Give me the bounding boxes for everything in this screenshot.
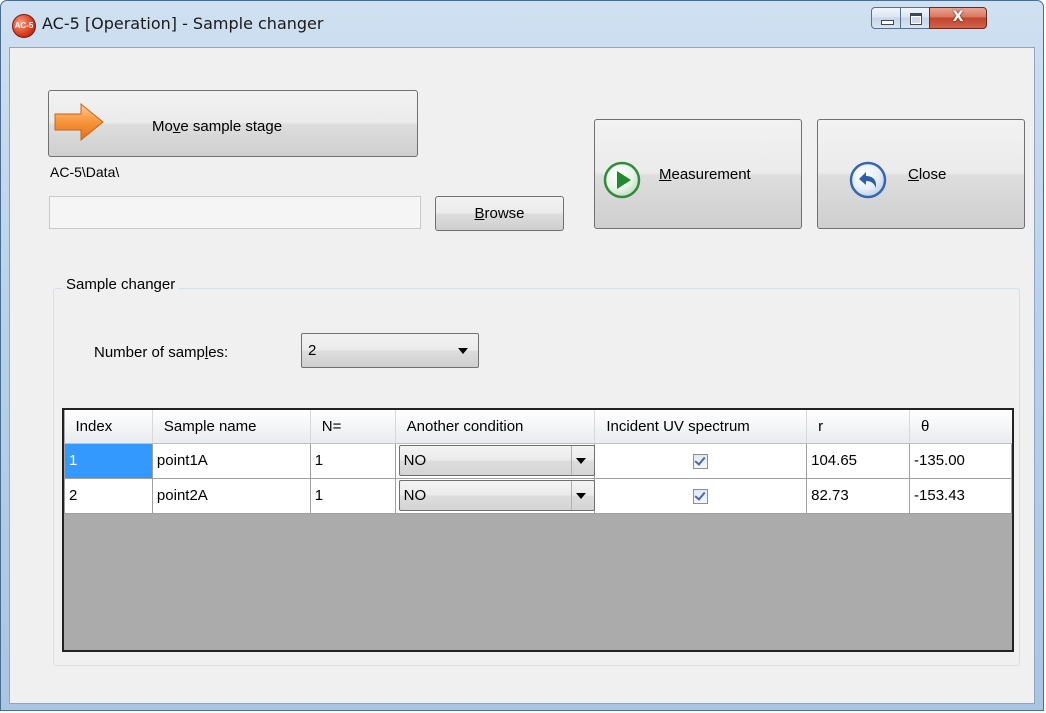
- cell-r[interactable]: 104.65: [806, 442, 911, 479]
- chevron-down-icon: [458, 348, 468, 354]
- column-header-r[interactable]: r: [806, 410, 911, 444]
- table-row[interactable]: 2 point2A 1 NO 82.73 -153.43: [64, 477, 1012, 514]
- column-header-n[interactable]: N=: [310, 410, 396, 444]
- cell-theta[interactable]: -135.00: [909, 442, 1012, 479]
- data-path-label: AC-5\Data\: [50, 164, 120, 180]
- app-icon: AC-5: [12, 14, 36, 38]
- cell-theta[interactable]: -153.43: [909, 477, 1012, 514]
- minimize-button[interactable]: [871, 7, 901, 29]
- another-condition-value: NO: [403, 487, 427, 504]
- another-condition-select[interactable]: NO: [398, 480, 596, 511]
- column-header-incident-uv[interactable]: Incident UV spectrum: [594, 410, 808, 444]
- browse-label: Browse: [474, 205, 525, 222]
- move-sample-stage-label: Move sample stage: [152, 118, 283, 135]
- close-icon: X: [952, 9, 964, 25]
- number-of-samples-value: 2: [308, 342, 317, 359]
- title-bar[interactable]: AC-5 AC-5 [Operation] - Sample changer X: [1, 1, 1043, 47]
- cell-r[interactable]: 82.73: [806, 477, 911, 514]
- column-header-another-condition[interactable]: Another condition: [395, 410, 596, 444]
- cell-sample-name[interactable]: point2A: [151, 477, 311, 514]
- cell-index[interactable]: 2: [64, 477, 153, 514]
- sample-table: Index Sample name N= Another condition I…: [64, 410, 1012, 514]
- column-header-sample-name[interactable]: Sample name: [152, 410, 311, 444]
- window-close-button[interactable]: X: [929, 7, 987, 29]
- minimize-icon: [881, 20, 894, 25]
- chevron-down-icon: [576, 458, 587, 464]
- data-path-input[interactable]: [49, 196, 421, 229]
- cell-another-condition[interactable]: NO: [394, 477, 596, 514]
- app-window: AC-5 AC-5 [Operation] - Sample changer X…: [0, 0, 1044, 711]
- another-condition-value: NO: [403, 452, 427, 469]
- number-of-samples-select[interactable]: 2: [301, 333, 479, 368]
- chevron-down-icon: [576, 493, 587, 499]
- column-header-index[interactable]: Index: [64, 410, 153, 444]
- back-arrow-icon: [849, 161, 887, 199]
- combo-separator: [571, 481, 573, 510]
- sample-changer-group-title: Sample changer: [62, 276, 180, 293]
- cell-n[interactable]: 1: [309, 442, 396, 479]
- cell-index[interactable]: 1: [64, 442, 153, 479]
- window-title: AC-5 [Operation] - Sample changer: [42, 14, 324, 33]
- cell-another-condition[interactable]: NO: [394, 442, 596, 479]
- number-of-samples-label: Number of samples:: [94, 344, 229, 361]
- cell-incident-uv[interactable]: [594, 442, 808, 479]
- sample-grid[interactable]: Index Sample name N= Another condition I…: [62, 408, 1014, 652]
- play-icon: [603, 161, 641, 199]
- maximize-button[interactable]: [900, 7, 930, 29]
- browse-button[interactable]: Browse: [435, 196, 564, 231]
- cell-n[interactable]: 1: [309, 477, 396, 514]
- move-sample-stage-button[interactable]: Move sample stage: [48, 90, 418, 157]
- maximize-icon: [910, 13, 922, 25]
- measurement-button[interactable]: Measurement: [594, 119, 802, 229]
- close-label: Close: [908, 166, 947, 183]
- column-header-theta[interactable]: θ: [909, 410, 1012, 444]
- table-header-row: Index Sample name N= Another condition I…: [64, 410, 1012, 444]
- cell-incident-uv[interactable]: [594, 477, 808, 514]
- dialog-client-area: Move sample stage AC-5\Data\ Browse Meas…: [9, 47, 1035, 704]
- close-button[interactable]: Close: [817, 119, 1025, 229]
- combo-separator: [571, 446, 573, 475]
- another-condition-select[interactable]: NO: [398, 445, 596, 476]
- cell-sample-name[interactable]: point1A: [151, 442, 311, 479]
- orange-arrow-icon: [54, 102, 104, 142]
- table-row[interactable]: 1 point1A 1 NO 104.65 -135.00: [64, 442, 1012, 479]
- measurement-label: Measurement: [659, 166, 751, 183]
- incident-uv-checkbox[interactable]: [693, 453, 709, 469]
- incident-uv-checkbox[interactable]: [693, 488, 709, 504]
